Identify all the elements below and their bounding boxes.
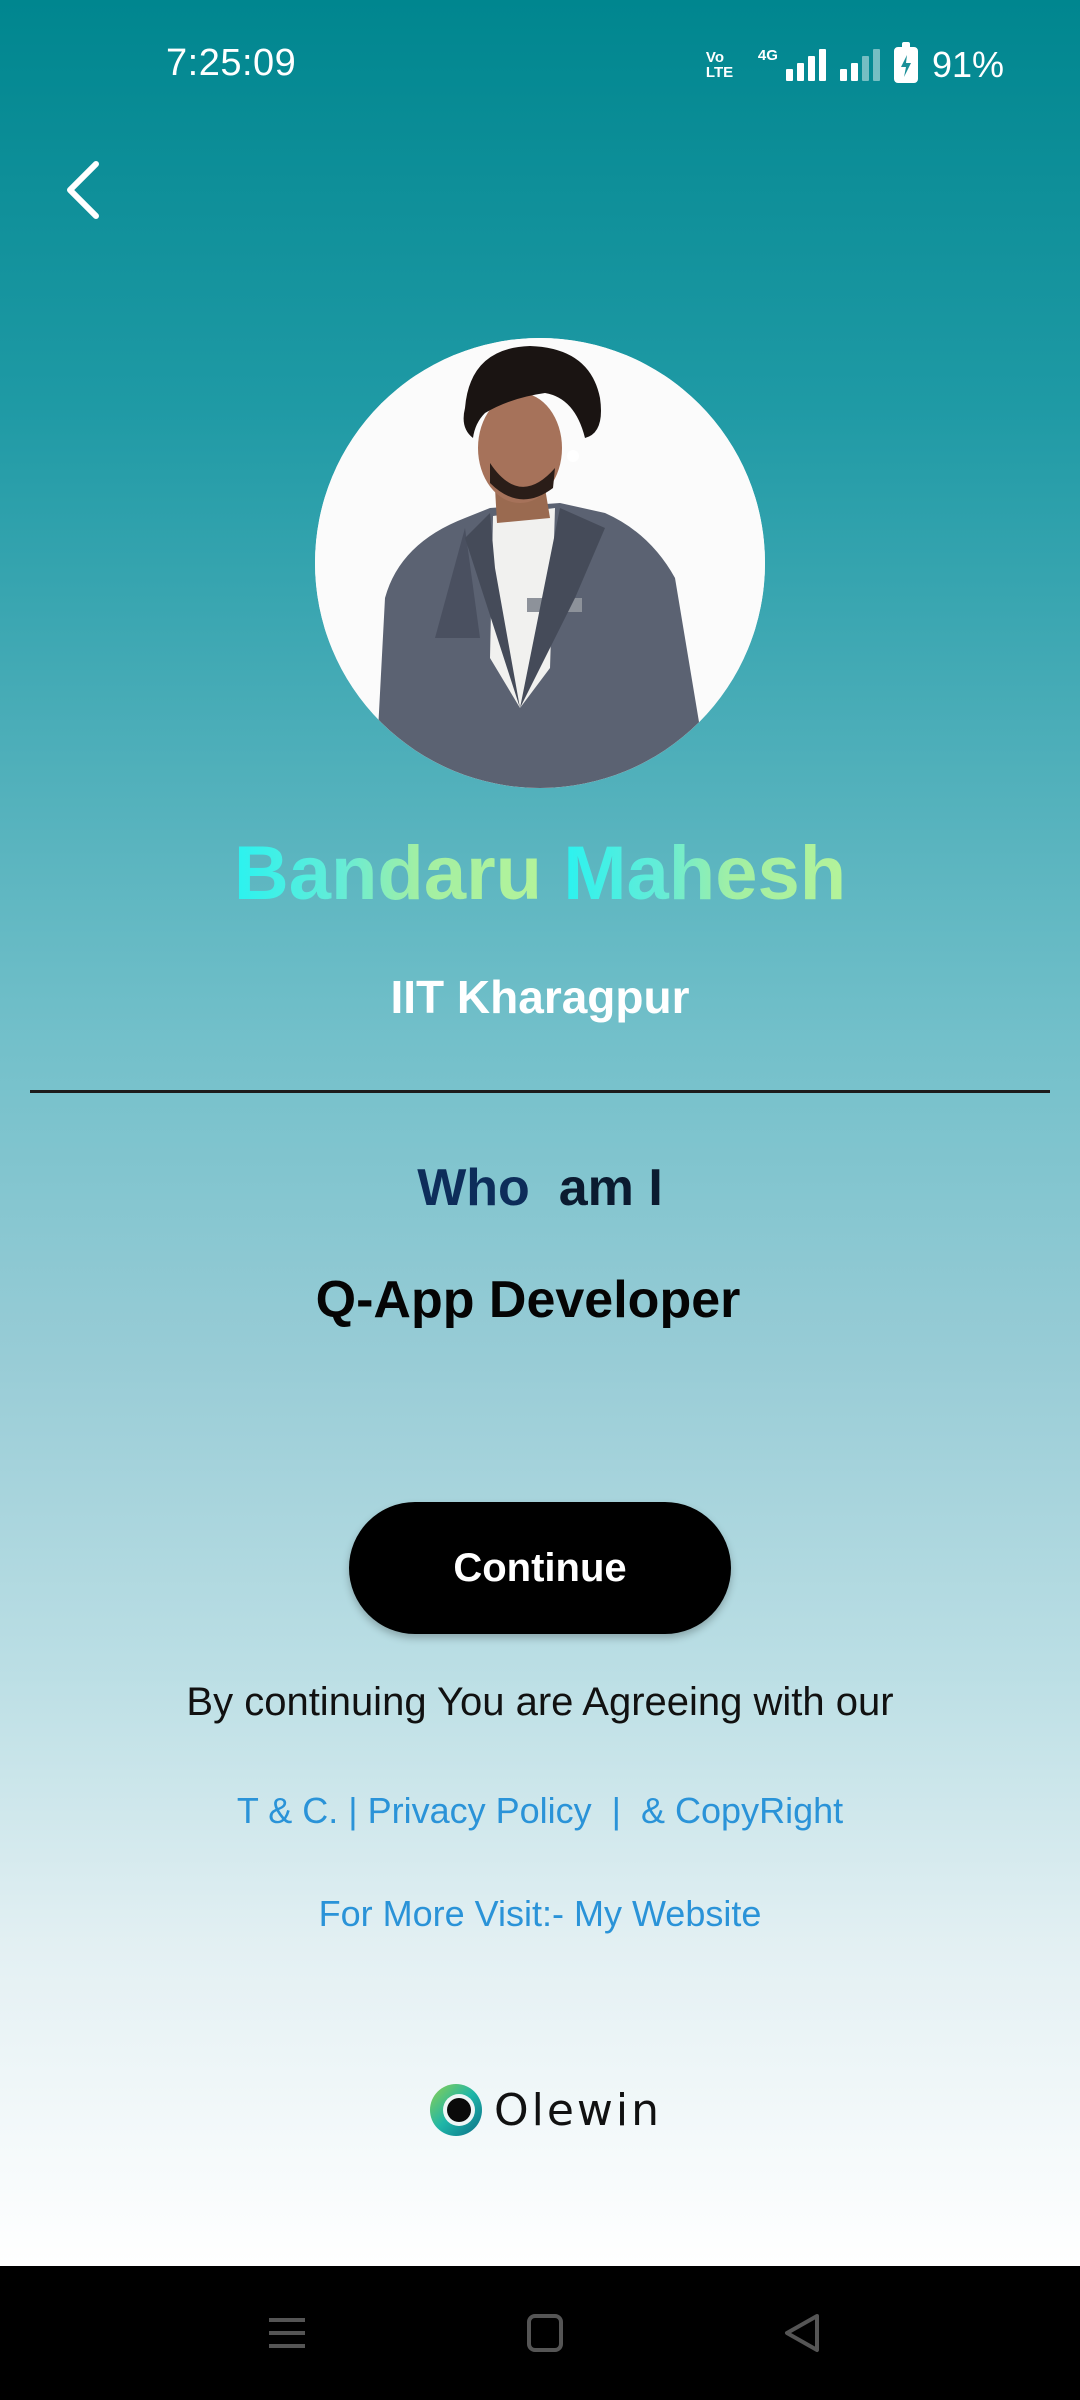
- profile-name: Bandaru Mahesh: [0, 830, 1080, 917]
- profile-photo: [315, 338, 765, 788]
- brand-name: Olewin: [494, 2084, 663, 2136]
- who-label-2: am I: [558, 1159, 663, 1217]
- tc-link[interactable]: T & C.: [237, 1790, 338, 1831]
- screen: 7:25:09 Vo LTE 4G 91% Bandaru Mahesh IIT…: [0, 0, 1080, 2266]
- volte-icon: Vo LTE: [705, 49, 734, 81]
- divider: [30, 1090, 1050, 1093]
- status-icons: Vo LTE 4G 91%: [705, 42, 1004, 86]
- signal-icon-sim2: [839, 49, 880, 81]
- menu-icon: [269, 2318, 305, 2348]
- continue-button[interactable]: Continue: [349, 1502, 731, 1634]
- who-label-1: Who: [417, 1159, 530, 1217]
- chevron-left-icon: [67, 161, 99, 219]
- who-am-i-heading: Who am I: [0, 1158, 1080, 1218]
- profile-name-last: Mahesh: [563, 831, 847, 916]
- nav-back-button[interactable]: [773, 2308, 833, 2358]
- olewin-logo-icon: [430, 2084, 482, 2136]
- profile-avatar: [315, 338, 765, 788]
- status-bar: 7:25:09 Vo LTE 4G 91%: [0, 0, 1080, 130]
- agreement-text: By continuing You are Agreeing with our: [186, 1680, 894, 1724]
- profile-role: Q-App Developer: [315, 1271, 741, 1329]
- triangle-back-icon: [785, 2314, 819, 2352]
- square-home-icon: [527, 2314, 563, 2352]
- back-button[interactable]: [52, 150, 122, 230]
- network-type: 4G: [757, 46, 778, 64]
- battery-percent: 91%: [931, 44, 1004, 85]
- profile-college: IIT Kharagpur: [390, 971, 690, 1023]
- legal-links: T & C. | Privacy Policy | & CopyRight: [236, 1790, 844, 1831]
- copyright-link[interactable]: & CopyRight: [641, 1790, 843, 1831]
- battery-icon: [893, 42, 918, 83]
- privacy-policy-link[interactable]: Privacy Policy: [368, 1790, 592, 1831]
- profile-name-first: Bandaru: [233, 831, 543, 916]
- brand: Olewin: [428, 2082, 662, 2138]
- status-time: 7:25:09: [166, 42, 297, 84]
- signal-icon-sim1: [785, 49, 826, 81]
- website-link[interactable]: For More Visit:- My Website: [0, 1893, 1080, 1935]
- nav-menu-button[interactable]: [257, 2308, 317, 2358]
- nav-home-button[interactable]: [515, 2308, 575, 2358]
- navigation-bar: [0, 2266, 1080, 2400]
